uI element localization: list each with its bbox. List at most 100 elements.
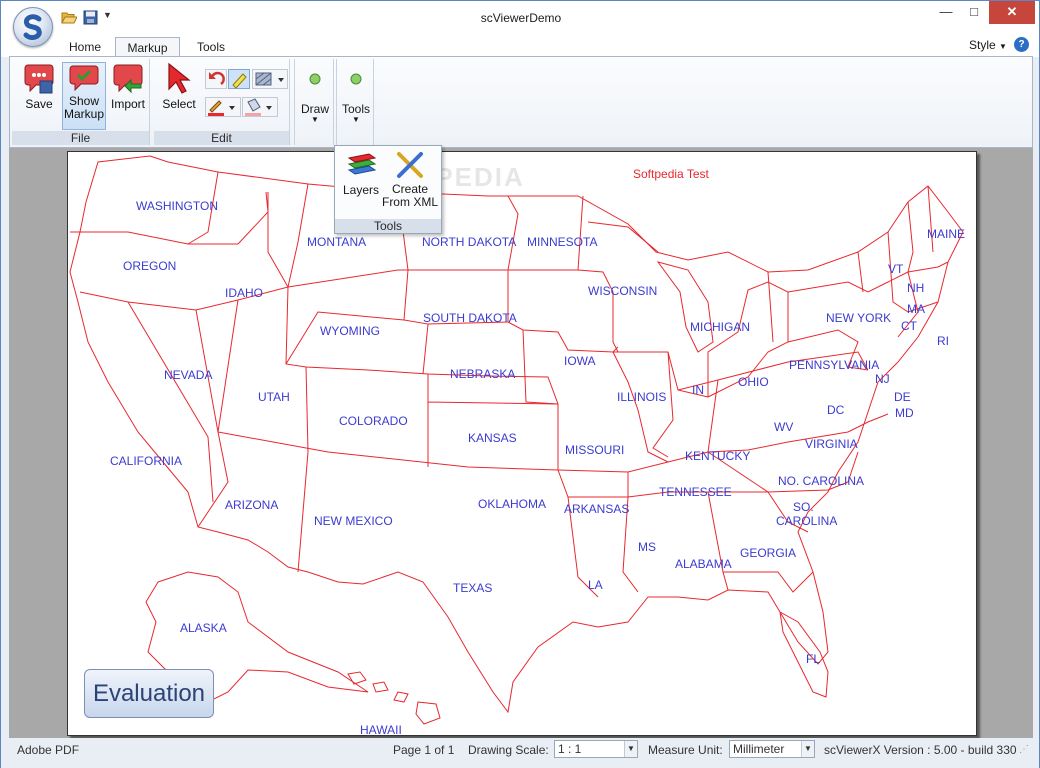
state-label: WV [774, 420, 794, 434]
drawing-scale-select[interactable]: 1 : 1 ▼ [554, 740, 638, 758]
measure-unit-select[interactable]: Millimeter ▼ [729, 740, 815, 758]
state-label: NO. CAROLINA [778, 474, 865, 488]
title-bar: ▼ scViewerDemo — □ ✕ [1, 1, 1039, 35]
tab-home[interactable]: Home [59, 37, 111, 58]
help-icon[interactable]: ? [1014, 37, 1029, 52]
layers-icon [347, 153, 377, 175]
show-markup-label-1: Show [68, 94, 100, 108]
state-label: MINNESOTA [527, 235, 598, 249]
state-label: GEORGIA [740, 546, 797, 560]
chevron-down-icon: ▼ [352, 115, 360, 124]
state-label: CALIFORNIA [110, 454, 183, 468]
chevron-down-icon: ▼ [801, 741, 814, 757]
create-from-xml-icon [397, 152, 423, 178]
state-label: MS [638, 540, 656, 554]
layers-label: Layers [342, 183, 380, 197]
state-label: NH [907, 281, 925, 295]
drawing-scale-value: 1 : 1 [558, 742, 582, 756]
state-label: LA [588, 578, 603, 592]
state-label: DC [827, 403, 845, 417]
import-label: Import [110, 97, 145, 111]
state-label: SO. [793, 500, 814, 514]
state-label: NEBRASKA [450, 367, 516, 381]
state-label: OHIO [738, 375, 769, 389]
state-label: MICHIGAN [690, 320, 750, 334]
show-markup-label-2: Markup [63, 107, 104, 121]
app-window: ▼ scViewerDemo — □ ✕ Home Markup Tools S… [0, 0, 1040, 768]
state-label: ALASKA [180, 621, 227, 635]
state-label: WYOMING [320, 324, 380, 338]
highlighter-icon[interactable] [228, 69, 250, 89]
save-markup-icon [24, 64, 54, 94]
state-label: MA [907, 302, 925, 316]
state-label: MD [895, 406, 914, 420]
group-file: Save Show Markup Import File [12, 59, 150, 145]
state-label: VIRGINIA [805, 437, 858, 451]
state-label: DE [894, 390, 911, 404]
state-label: TENNESSEE [659, 485, 732, 499]
tools-dropdown[interactable]: Tools ▼ [336, 59, 374, 145]
import-markup-button[interactable]: Import [106, 62, 150, 130]
state-label: NEVADA [164, 368, 213, 382]
tab-tools[interactable]: Tools [187, 37, 235, 58]
ribbon-panel: Save Show Markup Import File Select Edit… [9, 56, 1033, 148]
tab-markup[interactable]: Markup [115, 37, 180, 58]
state-label: KANSAS [468, 431, 517, 445]
state-label: NORTH DAKOTA [422, 235, 517, 249]
select-arrow-icon [168, 62, 191, 94]
close-button[interactable]: ✕ [989, 1, 1035, 24]
resize-grip-icon[interactable]: ⋰ [1019, 742, 1029, 758]
layers-button[interactable]: Layers [341, 150, 381, 208]
state-label: PENNSYLVANIA [789, 358, 880, 372]
file-group-label: File [12, 131, 149, 145]
state-label: ALABAMA [675, 557, 732, 571]
state-label: CAROLINA [776, 514, 838, 528]
app-menu-button[interactable] [13, 7, 53, 47]
app-logo-icon [23, 14, 42, 41]
measure-unit-value: Millimeter [733, 742, 785, 756]
fill-pattern-icon[interactable] [252, 69, 288, 89]
save-markup-button[interactable]: Save [16, 62, 62, 130]
state-label: IN [692, 383, 704, 397]
chevron-down-icon: ▼ [999, 42, 1007, 51]
show-markup-button[interactable]: Show Markup [62, 62, 106, 130]
fill-color-icon[interactable] [242, 97, 278, 117]
draw-dropdown[interactable]: Draw ▼ [294, 59, 334, 145]
select-button[interactable]: Select [156, 62, 202, 122]
minimize-button[interactable]: — [933, 1, 959, 24]
tools-popup-label: Tools [335, 219, 441, 233]
show-markup-icon [69, 65, 99, 91]
state-label: HAWAII [360, 723, 402, 736]
state-label: RI [937, 334, 949, 348]
ribbon-tab-bar: Home Markup Tools [1, 35, 1039, 58]
status-bar: Adobe PDF Page 1 of 1 Drawing Scale: 1 :… [1, 738, 1039, 768]
document-viewport[interactable]: SOFTPEDIA Softpedia Test WASHINGTON OREG… [9, 148, 1033, 738]
window-title: scViewerDemo [480, 11, 562, 25]
state-label: NJ [875, 372, 890, 386]
state-label: WISCONSIN [588, 284, 658, 298]
state-label: FL [806, 652, 821, 666]
measure-unit-label: Measure Unit: [648, 743, 723, 757]
state-label: UTAH [258, 390, 290, 404]
create-label-2: From XML [381, 195, 438, 209]
state-label: CT [901, 319, 917, 333]
style-menu[interactable]: Style ▼ [969, 38, 1007, 52]
chevron-down-icon: ▼ [311, 115, 319, 124]
state-label: WASHINGTON [136, 199, 219, 213]
document-type: Adobe PDF [17, 743, 80, 757]
maximize-button[interactable]: □ [961, 1, 987, 24]
state-label: SOUTH DAKOTA [423, 311, 517, 325]
state-label: KENTUCKY [685, 449, 751, 463]
document-title: Softpedia Test [633, 167, 709, 181]
document-page[interactable]: SOFTPEDIA Softpedia Test WASHINGTON OREG… [67, 151, 977, 736]
save-label: Save [25, 97, 53, 111]
state-label: ARIZONA [225, 498, 279, 512]
undo-icon[interactable] [205, 69, 227, 89]
drawing-scale-label: Drawing Scale: [468, 743, 549, 757]
create-from-xml-button[interactable]: Create From XML [381, 150, 439, 214]
line-color-icon[interactable] [205, 97, 241, 117]
tools-label: Tools [341, 102, 370, 116]
edit-group-label: Edit [154, 131, 289, 145]
page-indicator: Page 1 of 1 [393, 743, 455, 757]
state-label: MAINE [927, 227, 966, 241]
